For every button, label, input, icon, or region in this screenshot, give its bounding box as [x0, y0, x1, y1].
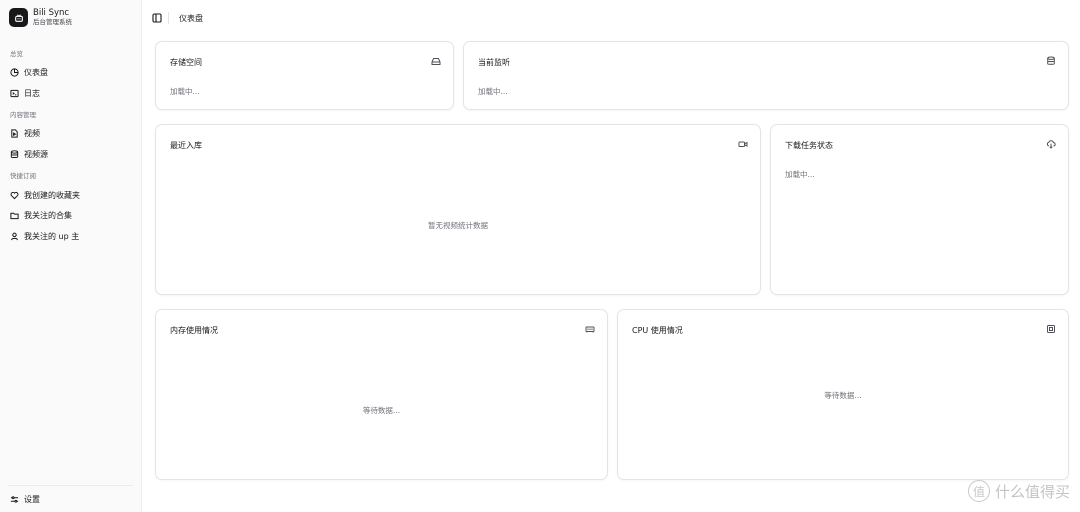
sidebar-item-dashboard[interactable]: 仪表盘: [5, 63, 135, 81]
sidebar-item-label: 我关注的 up 主: [24, 231, 80, 241]
card-title: 下载任务状态: [785, 141, 833, 150]
sidebar: Bili Sync 后台管理系统 总览 仪表盘 日志 内容管理 视频 视频源 快…: [0, 0, 142, 512]
hard-drive-icon: [431, 56, 441, 66]
empty-state: 暂无视频统计数据: [428, 221, 488, 230]
sidebar-item-followed-uploaders[interactable]: 我关注的 up 主: [5, 227, 135, 245]
storage-card: 存储空间 加载中...: [155, 41, 454, 110]
topbar: 仪表盘: [142, 0, 1080, 36]
sidebar-item-label: 日志: [24, 88, 40, 98]
sidebar-item-label: 设置: [24, 494, 40, 504]
folder-icon: [10, 211, 19, 220]
app-subtitle: 后台管理系统: [33, 18, 72, 26]
card-title: CPU 使用情况: [632, 326, 683, 335]
watermark-text: 什么值得买: [994, 482, 1070, 501]
card-status: 加载中...: [478, 87, 508, 96]
watermark-logo-icon: 值: [967, 480, 990, 502]
memory-stick-icon: [585, 324, 595, 334]
download-tasks-card: 下载任务状态 加载中...: [770, 124, 1069, 295]
card-title: 最近入库: [170, 141, 202, 150]
sidebar-item-followed-collections[interactable]: 我关注的合集: [5, 206, 135, 224]
breadcrumb: 仪表盘: [179, 14, 203, 23]
card-status: 加载中...: [785, 170, 815, 179]
sidebar-item-videos[interactable]: 视频: [5, 124, 135, 142]
card-title: 当前监听: [478, 58, 510, 67]
app-name: Bili Sync: [33, 8, 70, 18]
sidebar-item-label: 视频: [24, 128, 40, 138]
cpu-card: CPU 使用情况 等待数据...: [617, 309, 1069, 480]
sidebar-item-label: 仪表盘: [24, 67, 48, 77]
video-icon: [738, 139, 748, 149]
memory-card: 内存使用情况 等待数据...: [155, 309, 608, 480]
empty-state: 等待数据...: [824, 391, 862, 400]
sidebar-item-my-favorites[interactable]: 我创建的收藏夹: [5, 186, 135, 204]
empty-state: 等待数据...: [362, 406, 401, 415]
card-title: 内存使用情况: [170, 326, 218, 335]
sidebar-item-logs[interactable]: 日志: [5, 84, 135, 102]
section-label-content: 内容管理: [10, 111, 36, 119]
watermark: 值 什么值得买: [967, 480, 1070, 502]
user-icon: [10, 232, 19, 241]
section-label-subscriptions: 快捷订阅: [10, 172, 36, 180]
sidebar-item-label: 视频源: [24, 149, 48, 159]
recent-card: 最近入库 暂无视频统计数据: [155, 124, 761, 295]
cpu-icon: [1046, 324, 1056, 334]
section-label-overview: 总览: [10, 50, 23, 58]
database-icon: [10, 149, 19, 159]
card-status: 加载中...: [170, 87, 200, 96]
main-content: 存储空间 加载中... 当前监听 加载中... 最近入库 暂无视频统计数据 下载…: [142, 36, 1080, 512]
file-video-icon: [10, 128, 19, 138]
database-icon: [1046, 56, 1056, 66]
heart-icon: [10, 191, 19, 200]
sidebar-item-video-sources[interactable]: 视频源: [5, 145, 135, 163]
sidebar-item-settings[interactable]: 设置: [5, 490, 135, 508]
sliders-icon: [10, 495, 19, 504]
cloud-download-icon: [1046, 139, 1056, 149]
brand[interactable]: Bili Sync 后台管理系统: [9, 8, 72, 27]
sidebar-divider: [8, 485, 133, 486]
app-logo-icon: [9, 8, 28, 27]
topbar-separator: [168, 12, 169, 24]
sidebar-toggle-button[interactable]: [152, 13, 162, 23]
dashboard-icon: [10, 67, 19, 77]
sidebar-item-label: 我关注的合集: [24, 210, 72, 220]
terminal-icon: [10, 89, 19, 98]
card-title: 存储空间: [170, 58, 202, 67]
sidebar-item-label: 我创建的收藏夹: [24, 190, 80, 200]
panel-left-icon: [152, 13, 162, 23]
monitor-card: 当前监听 加载中...: [463, 41, 1069, 110]
